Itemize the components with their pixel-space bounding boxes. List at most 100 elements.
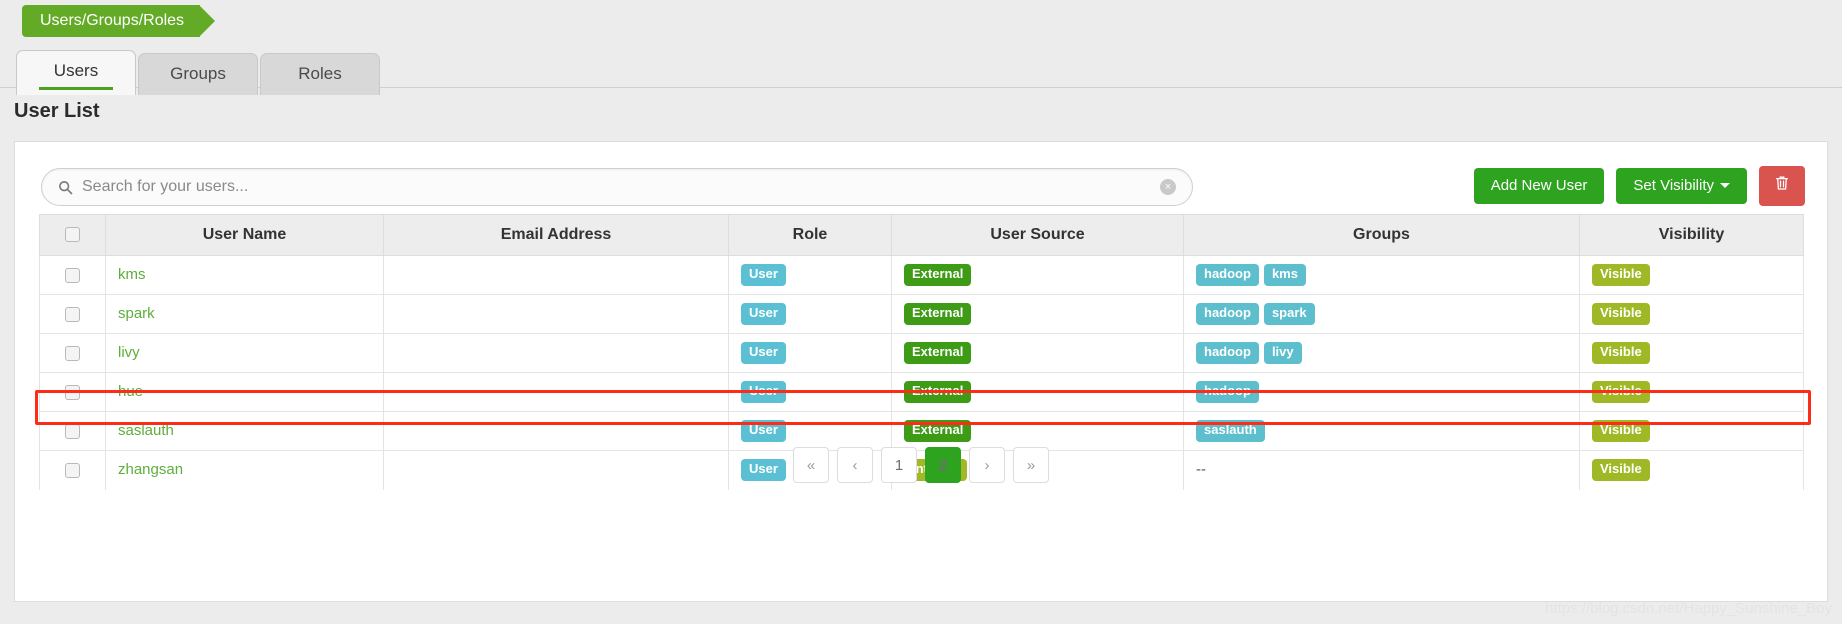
row-select-cell	[39, 371, 106, 412]
add-new-user-button[interactable]: Add New User	[1473, 167, 1605, 204]
visibility-cell: Visible	[1579, 371, 1804, 412]
pagination-next[interactable]: ›	[969, 447, 1005, 483]
user-name-link[interactable]: saslauth	[118, 422, 174, 439]
email-cell	[383, 293, 729, 334]
active-tab-underline	[39, 87, 113, 90]
table-row: saslauth User External saslauth Visible	[39, 410, 1804, 451]
toolbar-actions: Add New User Set Visibility	[1473, 166, 1805, 206]
watermark: https://blog.csdn.net/Happy_Sunshine_Boy	[1545, 600, 1832, 617]
user-source-cell: External	[891, 293, 1184, 334]
table-head: User Name Email Address Role User Source Gro…	[39, 214, 1804, 256]
row-checkbox[interactable]	[65, 345, 80, 361]
column-header-groups: Groups	[1183, 214, 1580, 256]
user-name-link[interactable]: livy	[118, 344, 140, 361]
toolbar: × Add New User Set Visibility	[15, 142, 1827, 214]
user-name-link[interactable]: hue	[118, 383, 143, 400]
row-checkbox[interactable]	[65, 268, 80, 283]
trash-icon	[1774, 175, 1790, 197]
user-name-cell: saslauth	[105, 410, 384, 451]
user-name-link[interactable]: spark	[118, 305, 155, 322]
page-title: User List	[14, 100, 100, 122]
group-badge[interactable]: hadoop	[1196, 264, 1259, 286]
tab-label: Users	[53, 61, 99, 80]
visibility-badge: Visible	[1592, 419, 1650, 442]
role-badge: User	[741, 380, 786, 403]
email-cell	[383, 410, 729, 451]
tab-label: Roles	[298, 64, 342, 83]
group-badge[interactable]: saslauth	[1196, 419, 1265, 442]
visibility-cell: Visible	[1579, 293, 1804, 334]
user-source-badge: External	[904, 380, 972, 403]
role-cell: User	[728, 293, 892, 334]
visibility-badge: Visible	[1592, 264, 1650, 286]
row-checkbox[interactable]	[65, 306, 80, 322]
user-source-cell: External	[891, 410, 1184, 451]
group-badge[interactable]: kms	[1263, 264, 1306, 286]
clear-search-icon[interactable]: ×	[1160, 179, 1176, 195]
groups-cell: saslauth	[1183, 410, 1580, 451]
tab-users[interactable]: Users	[16, 50, 136, 95]
tab-roles[interactable]: Roles	[260, 53, 380, 95]
group-badge[interactable]: hadoop	[1196, 302, 1259, 325]
row-checkbox[interactable]	[65, 423, 80, 439]
table-row: spark User External hadoop spark Visible	[39, 293, 1804, 334]
search-input[interactable]	[82, 178, 1160, 196]
role-cell: User	[728, 410, 892, 451]
role-badge: User	[741, 419, 786, 442]
user-source-cell: External	[891, 255, 1184, 295]
group-badge[interactable]: hadoop	[1196, 341, 1259, 364]
role-cell: User	[728, 255, 892, 295]
user-source-cell: External	[891, 332, 1184, 373]
user-name-cell: hue	[105, 371, 384, 412]
groups-cell: hadoop spark	[1183, 293, 1580, 334]
groups-cell: hadoop	[1183, 371, 1580, 412]
column-header-user-source: User Source	[891, 214, 1184, 256]
visibility-cell: Visible	[1579, 332, 1804, 373]
groups-cell: hadoop livy	[1183, 332, 1580, 373]
select-all-checkbox[interactable]	[65, 227, 80, 243]
email-cell	[383, 332, 729, 373]
breadcrumb: Users/Groups/Roles	[22, 5, 216, 37]
user-source-badge: External	[904, 419, 972, 442]
set-visibility-button[interactable]: Set Visibility	[1616, 167, 1747, 204]
tab-label: Groups	[170, 64, 226, 83]
pagination-page-1[interactable]: 1	[881, 447, 917, 483]
set-visibility-label: Set Visibility	[1633, 176, 1714, 194]
search-icon	[58, 180, 73, 195]
group-badge[interactable]: livy	[1263, 341, 1302, 364]
visibility-badge: Visible	[1592, 341, 1650, 364]
row-select-cell	[39, 332, 106, 373]
select-all-header	[39, 214, 106, 256]
column-header-email-address: Email Address	[383, 214, 729, 256]
table-row: kms User External hadoop kms Visible	[39, 255, 1804, 295]
pagination-first[interactable]: «	[793, 447, 829, 483]
user-name-cell: kms	[105, 255, 384, 295]
pagination-page-2[interactable]: 2	[925, 447, 961, 483]
email-cell	[383, 371, 729, 412]
chevron-down-icon	[1720, 183, 1730, 189]
role-badge: User	[741, 341, 786, 364]
row-checkbox[interactable]	[65, 384, 80, 400]
table-header-row: User Name Email Address Role User Source Gro…	[39, 214, 1804, 256]
breadcrumb-users-groups-roles[interactable]: Users/Groups/Roles	[22, 5, 216, 37]
group-badge[interactable]: spark	[1263, 302, 1315, 325]
group-badge[interactable]: hadoop	[1196, 380, 1259, 403]
user-management-page: Users/Groups/Roles Users Groups Roles User…	[0, 0, 1842, 624]
column-header-role: Role	[728, 214, 892, 256]
visibility-cell: Visible	[1579, 255, 1804, 295]
user-name-link[interactable]: kms	[118, 266, 146, 283]
search-box[interactable]: ×	[41, 168, 1193, 206]
pagination-last[interactable]: »	[1013, 447, 1049, 483]
column-header-visibility: Visibility	[1579, 214, 1804, 256]
delete-button[interactable]	[1759, 166, 1805, 206]
role-cell: User	[728, 371, 892, 412]
user-source-badge: External	[904, 341, 972, 364]
column-header-user-name: User Name	[105, 214, 384, 256]
role-badge: User	[741, 302, 786, 325]
visibility-badge: Visible	[1592, 302, 1650, 325]
role-badge: User	[741, 264, 786, 286]
user-list-card: × Add New User Set Visibility	[14, 141, 1828, 602]
pagination-prev[interactable]: ‹	[837, 447, 873, 483]
groups-cell: hadoop kms	[1183, 255, 1580, 295]
tab-groups[interactable]: Groups	[138, 53, 258, 95]
